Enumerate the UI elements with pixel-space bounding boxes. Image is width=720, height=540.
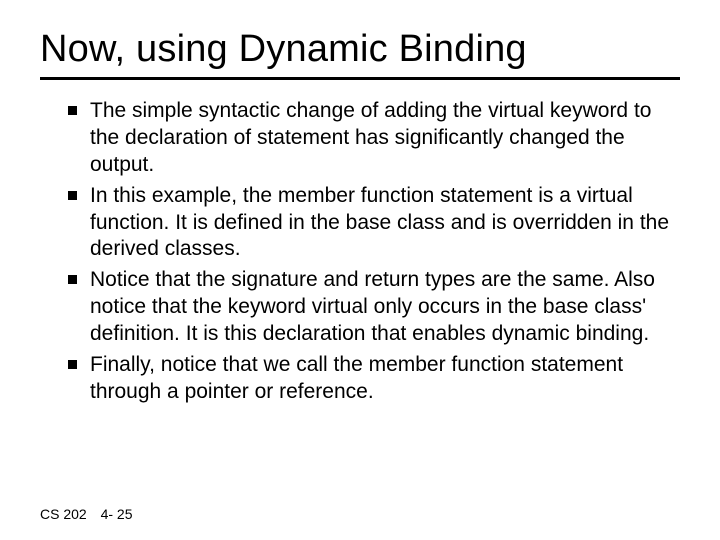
square-bullet-icon — [68, 275, 77, 284]
bullet-text: In this example, the member function sta… — [90, 184, 669, 261]
square-bullet-icon — [68, 106, 77, 115]
title-bar: Now, using Dynamic Binding — [40, 28, 680, 80]
list-item: The simple syntactic change of adding th… — [68, 98, 680, 179]
bullet-text: Finally, notice that we call the member … — [90, 353, 623, 403]
slide-title: Now, using Dynamic Binding — [40, 28, 680, 71]
square-bullet-icon — [68, 191, 77, 200]
bullet-text: The simple syntactic change of adding th… — [90, 99, 651, 176]
bullet-list: The simple syntactic change of adding th… — [40, 98, 680, 406]
square-bullet-icon — [68, 360, 77, 369]
list-item: In this example, the member function sta… — [68, 183, 680, 264]
list-item: Notice that the signature and return typ… — [68, 267, 680, 348]
list-item: Finally, notice that we call the member … — [68, 352, 680, 406]
slide: Now, using Dynamic Binding The simple sy… — [0, 0, 720, 540]
bullet-text: Notice that the signature and return typ… — [90, 268, 655, 345]
footer-page: 4- 25 — [101, 506, 133, 522]
footer-course: CS 202 — [40, 506, 87, 522]
slide-footer: CS 202 4- 25 — [40, 506, 133, 522]
